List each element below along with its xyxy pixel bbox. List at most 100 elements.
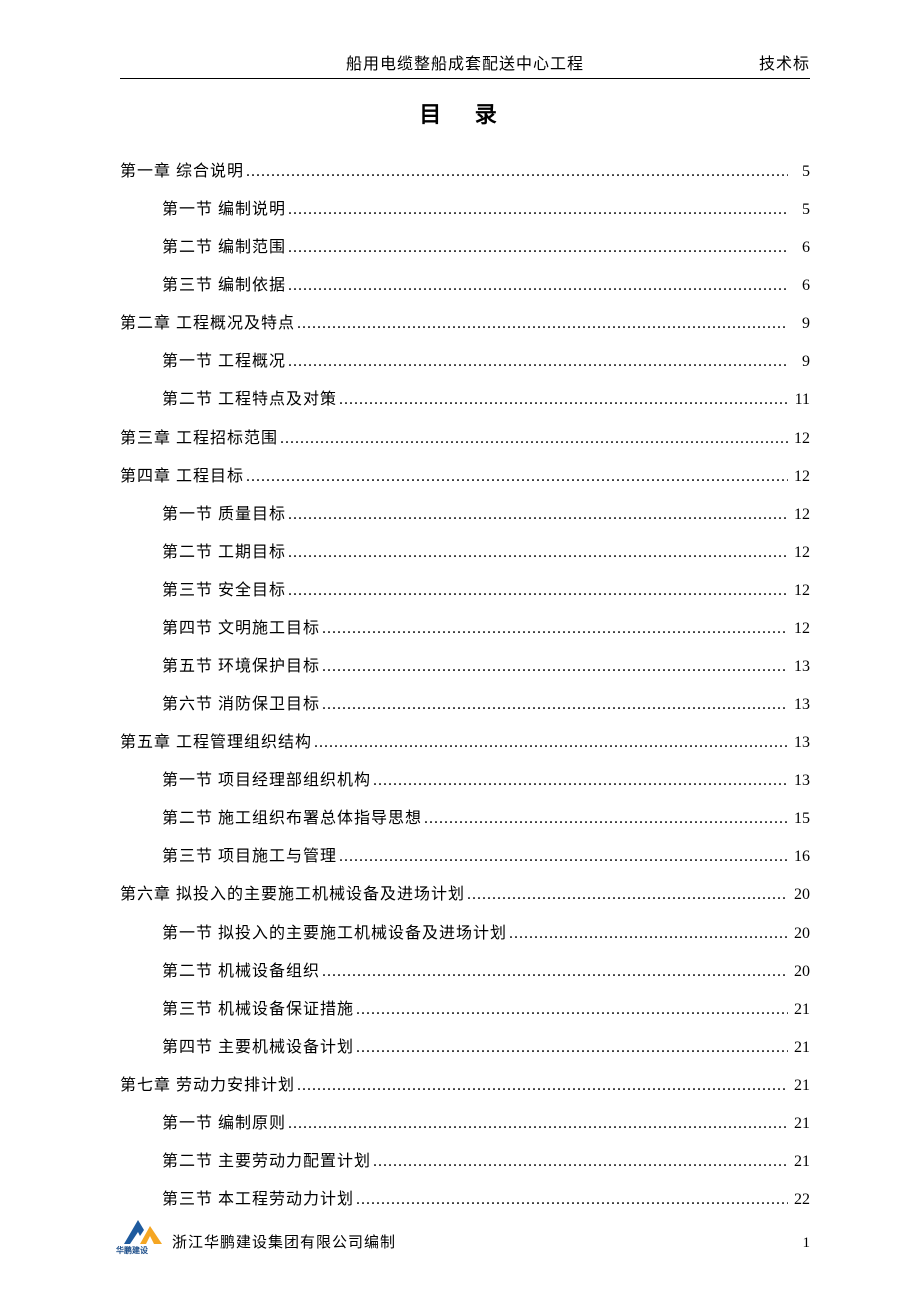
- toc-entry: 第四节 文明施工目标..............................…: [120, 610, 810, 648]
- header-right-label: 技术标: [759, 50, 810, 74]
- page-header: 船用电缆整船成套配送中心工程 技术标: [120, 50, 810, 79]
- toc-label: 第一节 工程概况: [162, 343, 286, 381]
- toc-leader-dots: ........................................…: [280, 420, 788, 458]
- toc-entry: 第二节 施工组织布署总体指导思想........................…: [120, 800, 810, 838]
- toc-entry: 第一节 拟投入的主要施工机械设备及进场计划...................…: [120, 915, 810, 953]
- toc-page-number: 20: [790, 915, 810, 953]
- toc-entry: 第三章 工程招标范围..............................…: [120, 420, 810, 458]
- toc-label: 第五节 环境保护目标: [162, 648, 320, 686]
- page-title: 目 录: [120, 97, 810, 129]
- toc-label: 第二节 编制范围: [162, 229, 286, 267]
- toc-page-number: 12: [790, 534, 810, 572]
- toc-entry: 第七章 劳动力安排计划.............................…: [120, 1067, 810, 1105]
- toc-leader-dots: ........................................…: [314, 724, 788, 762]
- toc-leader-dots: ........................................…: [356, 991, 788, 1029]
- toc-label: 第三节 编制依据: [162, 267, 286, 305]
- toc-entry: 第二节 工期目标................................…: [120, 534, 810, 572]
- toc-label: 第三节 项目施工与管理: [162, 838, 337, 876]
- toc-leader-dots: ........................................…: [322, 648, 788, 686]
- toc-entry: 第三节 编制依据................................…: [120, 267, 810, 305]
- toc-page-number: 21: [790, 1029, 810, 1067]
- toc-leader-dots: ........................................…: [246, 153, 788, 191]
- toc-entry: 第六章 拟投入的主要施工机械设备及进场计划...................…: [120, 876, 810, 914]
- toc-leader-dots: ........................................…: [339, 381, 788, 419]
- toc-label: 第二节 工期目标: [162, 534, 286, 572]
- toc-entry: 第二节 工程特点及对策.............................…: [120, 381, 810, 419]
- toc-label: 第二节 机械设备组织: [162, 953, 320, 991]
- toc-leader-dots: ........................................…: [288, 191, 788, 229]
- toc-entry: 第二节 主要劳动力配置计划...........................…: [120, 1143, 810, 1181]
- toc-entry: 第三节 安全目标................................…: [120, 572, 810, 610]
- toc-page-number: 20: [790, 876, 810, 914]
- toc-entry: 第一章 综合说明................................…: [120, 153, 810, 191]
- toc-label: 第一节 项目经理部组织机构: [162, 762, 371, 800]
- toc-leader-dots: ........................................…: [288, 343, 788, 381]
- toc-page-number: 12: [790, 610, 810, 648]
- toc-page-number: 6: [790, 267, 810, 305]
- toc-leader-dots: ........................................…: [297, 305, 788, 343]
- toc-label: 第三节 安全目标: [162, 572, 286, 610]
- toc-entry: 第五章 工程管理组织结构............................…: [120, 724, 810, 762]
- toc-entry: 第二节 机械设备组织..............................…: [120, 953, 810, 991]
- toc-page-number: 9: [790, 305, 810, 343]
- toc-page-number: 13: [790, 686, 810, 724]
- toc-leader-dots: ........................................…: [288, 267, 788, 305]
- toc-entry: 第一节 项目经理部组织机构...........................…: [120, 762, 810, 800]
- toc-entry: 第二章 工程概况及特点.............................…: [120, 305, 810, 343]
- toc-leader-dots: ........................................…: [467, 876, 788, 914]
- toc-page-number: 21: [790, 991, 810, 1029]
- toc-leader-dots: ........................................…: [246, 458, 788, 496]
- toc-label: 第四节 文明施工目标: [162, 610, 320, 648]
- toc-page-number: 5: [790, 153, 810, 191]
- toc-entry: 第六节 消防保卫目标..............................…: [120, 686, 810, 724]
- toc-page-number: 6: [790, 229, 810, 267]
- toc-leader-dots: ........................................…: [288, 534, 788, 572]
- toc-page-number: 21: [790, 1105, 810, 1143]
- logo-text: 华鹏建设: [116, 1245, 148, 1256]
- toc-leader-dots: ........................................…: [509, 915, 788, 953]
- toc-entry: 第一节 质量目标................................…: [120, 496, 810, 534]
- toc-entry: 第一节 编制说明................................…: [120, 191, 810, 229]
- toc-label: 第一章 综合说明: [120, 153, 244, 191]
- toc-label: 第二节 施工组织布署总体指导思想: [162, 800, 422, 838]
- toc-label: 第四章 工程目标: [120, 458, 244, 496]
- toc-leader-dots: ........................................…: [297, 1067, 788, 1105]
- toc-page-number: 12: [790, 420, 810, 458]
- header-title: 船用电缆整船成套配送中心工程: [120, 50, 810, 74]
- toc-leader-dots: ........................................…: [288, 496, 788, 534]
- toc-leader-dots: ........................................…: [424, 800, 788, 838]
- toc-label: 第七章 劳动力安排计划: [120, 1067, 295, 1105]
- toc-leader-dots: ........................................…: [322, 610, 788, 648]
- page-footer: 华鹏建设 浙江华鹏建设集团有限公司编制 1: [120, 1212, 810, 1254]
- toc-leader-dots: ........................................…: [373, 1143, 788, 1181]
- toc-page-number: 21: [790, 1067, 810, 1105]
- toc-leader-dots: ........................................…: [373, 762, 788, 800]
- toc-label: 第一节 编制说明: [162, 191, 286, 229]
- toc-leader-dots: ........................................…: [288, 1105, 788, 1143]
- toc-label: 第四节 主要机械设备计划: [162, 1029, 354, 1067]
- toc-label: 第二节 主要劳动力配置计划: [162, 1143, 371, 1181]
- toc-page-number: 12: [790, 458, 810, 496]
- footer-company: 浙江华鹏建设集团有限公司编制: [172, 1231, 396, 1254]
- toc-leader-dots: ........................................…: [339, 838, 788, 876]
- toc-leader-dots: ........................................…: [322, 686, 788, 724]
- toc-label: 第二节 工程特点及对策: [162, 381, 337, 419]
- toc-leader-dots: ........................................…: [356, 1029, 788, 1067]
- footer-page-number: 1: [803, 1235, 811, 1254]
- toc-entry: 第三节 项目施工与管理.............................…: [120, 838, 810, 876]
- toc-page-number: 12: [790, 496, 810, 534]
- toc-entry: 第四章 工程目标................................…: [120, 458, 810, 496]
- company-logo-icon: 华鹏建设: [120, 1212, 166, 1254]
- toc-entry: 第五节 环境保护目标..............................…: [120, 648, 810, 686]
- toc-entry: 第二节 编制范围................................…: [120, 229, 810, 267]
- toc-page-number: 13: [790, 648, 810, 686]
- toc-label: 第二章 工程概况及特点: [120, 305, 295, 343]
- toc-label: 第五章 工程管理组织结构: [120, 724, 312, 762]
- toc-leader-dots: ........................................…: [322, 953, 788, 991]
- toc-label: 第三章 工程招标范围: [120, 420, 278, 458]
- toc-entry: 第三节 机械设备保证措施............................…: [120, 991, 810, 1029]
- toc-leader-dots: ........................................…: [288, 572, 788, 610]
- toc-page-number: 9: [790, 343, 810, 381]
- table-of-contents: 第一章 综合说明................................…: [120, 153, 810, 1219]
- toc-entry: 第一节 工程概况................................…: [120, 343, 810, 381]
